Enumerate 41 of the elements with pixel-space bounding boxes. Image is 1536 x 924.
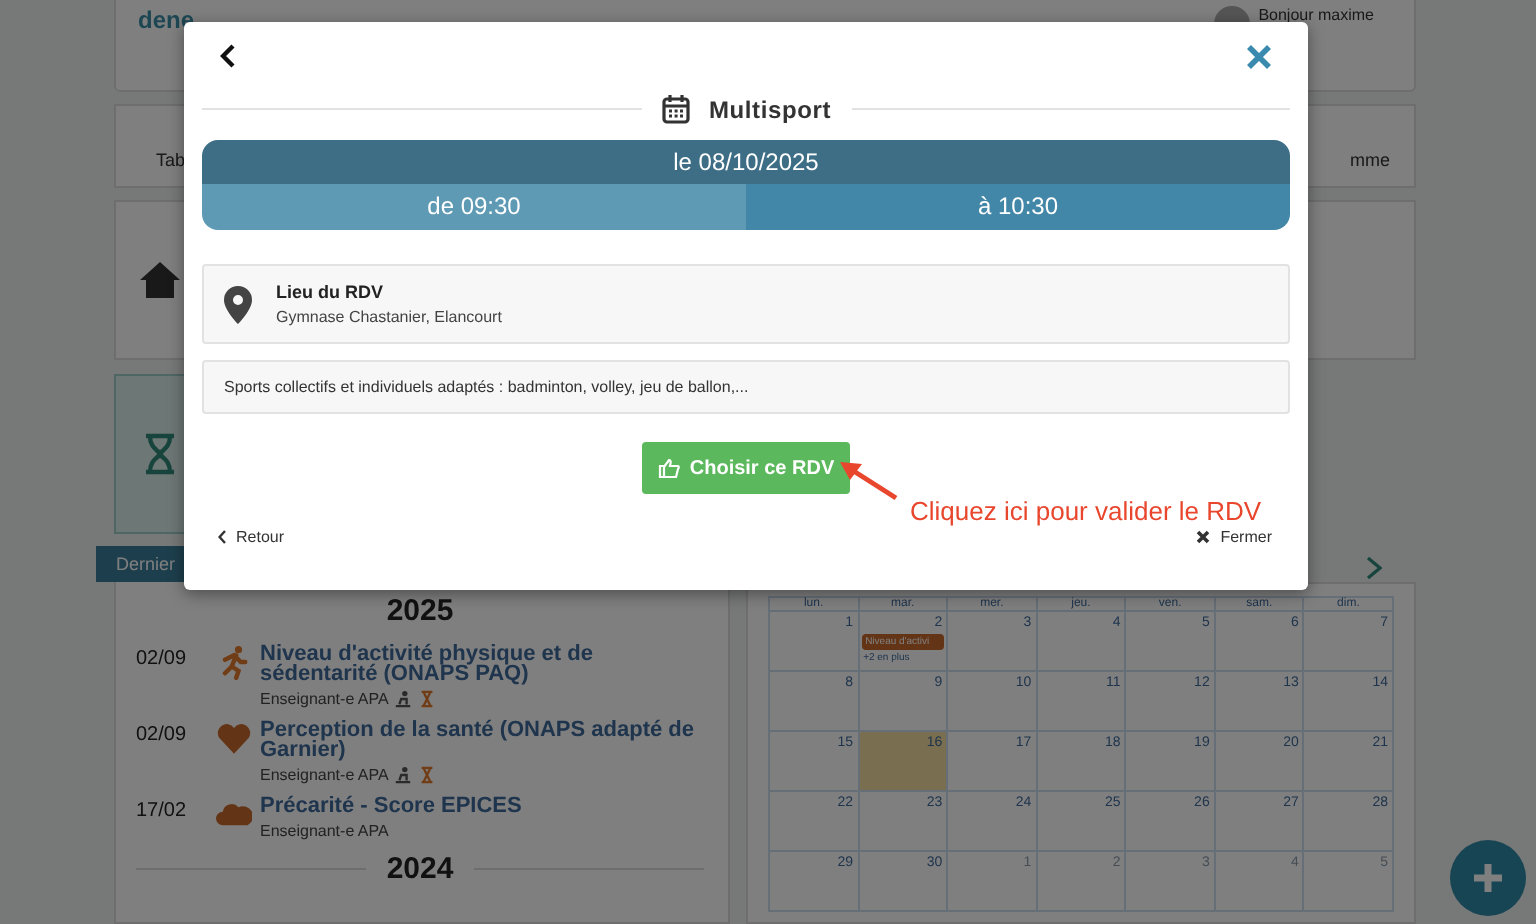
annotation-text: Cliquez ici pour valider le RDV bbox=[910, 496, 1262, 526]
heart-icon bbox=[216, 720, 252, 756]
item-link[interactable]: Précarité - Score EPICES bbox=[260, 796, 704, 816]
location-label: Lieu du RDV bbox=[276, 282, 385, 302]
dialog-title: Multisport bbox=[709, 95, 831, 123]
item-date: 17/02 bbox=[136, 798, 189, 826]
year-heading: 2024 bbox=[386, 852, 454, 886]
logo[interactable]: dene bbox=[138, 6, 195, 34]
add-button[interactable] bbox=[1450, 840, 1526, 916]
item-role: Enseignant-e APA bbox=[260, 690, 389, 708]
house-icon bbox=[136, 256, 184, 304]
map-pin-icon bbox=[224, 285, 252, 323]
hourglass-icon bbox=[418, 690, 437, 708]
item-date: 02/09 bbox=[136, 722, 189, 750]
item-link[interactable]: Niveau d'activité physique et de sédentarité (ONAPS PAQ) bbox=[260, 644, 704, 684]
plus-icon bbox=[1470, 860, 1506, 896]
next-icon[interactable] bbox=[1366, 556, 1382, 580]
person-icon bbox=[394, 690, 413, 708]
annotation-arrow bbox=[840, 462, 898, 501]
thumbs-up-icon bbox=[657, 458, 680, 478]
back-link[interactable]: Retour bbox=[218, 528, 285, 546]
location-address: Gymnase Chastanier, Elancourt bbox=[276, 308, 502, 326]
calendar-icon bbox=[661, 94, 689, 124]
description-text: Sports collectifs et individuels adaptés : badminton, volley, jeu de ballon,... bbox=[224, 378, 749, 396]
hourglass-icon bbox=[418, 766, 437, 784]
person-icon bbox=[394, 766, 413, 784]
start-time: de 09:30 bbox=[202, 184, 746, 230]
year-heading: 2025 bbox=[386, 594, 454, 628]
close-link[interactable]: Fermer bbox=[1196, 528, 1272, 546]
appointment-date: le 08/10/2025 bbox=[673, 148, 819, 176]
close-icon[interactable] bbox=[1246, 43, 1272, 69]
item-role: Enseignant-e APA bbox=[260, 822, 389, 840]
item-role: Enseignant-e APA bbox=[260, 766, 389, 784]
chevron-left-icon bbox=[218, 530, 226, 544]
close-icon bbox=[1196, 530, 1211, 544]
user-greeting[interactable]: Bonjour maxime bbox=[1258, 6, 1374, 24]
back-icon[interactable] bbox=[220, 44, 236, 68]
choose-button[interactable]: Choisir ce RDV bbox=[641, 442, 851, 494]
item-link[interactable]: Perception de la santé (ONAPS adapté de Garnier) bbox=[260, 720, 704, 760]
item-date: 02/09 bbox=[136, 646, 189, 674]
end-time: à 10:30 bbox=[746, 184, 1290, 230]
